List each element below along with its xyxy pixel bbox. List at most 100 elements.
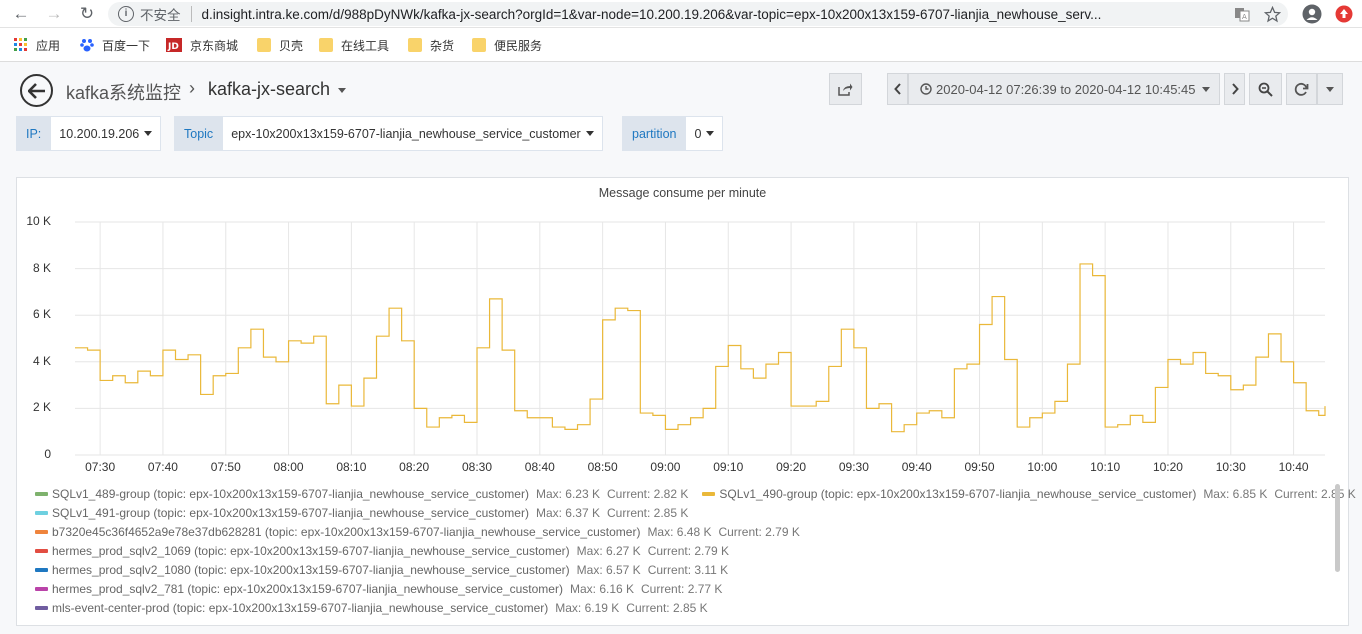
legend-series[interactable]: SQLv1_491-group (topic: epx-10x200x13x15… <box>35 506 688 520</box>
bookmark-misc[interactable]: 杂货 <box>408 37 454 53</box>
legend-row: b7320e45c36f4652a9e78e37db628281 (topic:… <box>35 522 1325 541</box>
legend-row: hermes_prod_sqlv2_1069 (topic: epx-10x20… <box>35 541 1325 560</box>
dashboard-title: kafka-jx-search <box>208 79 331 99</box>
graph-canvas[interactable] <box>17 178 1350 478</box>
series-name: b7320e45c36f4652a9e78e37db628281 (topic:… <box>52 524 641 539</box>
legend-row: mls-event-center-prod (topic: epx-10x200… <box>35 598 1325 617</box>
series-color-swatch[interactable] <box>35 605 48 610</box>
legend-series[interactable]: hermes_prod_sqlv2_781 (topic: epx-10x200… <box>35 582 722 596</box>
svg-text:A: A <box>1242 13 1247 21</box>
time-back-button[interactable] <box>887 73 908 105</box>
series-name: SQLv1_490-group (topic: epx-10x200x13x15… <box>719 486 1197 501</box>
variable-partition: partition 0 <box>622 116 724 151</box>
legend-series[interactable]: hermes_prod_sqlv2_1069 (topic: epx-10x20… <box>35 544 729 558</box>
reload-icon[interactable]: ↻ <box>76 3 98 25</box>
svg-text:JD: JD <box>167 42 179 52</box>
series-name: hermes_prod_sqlv2_781 (topic: epx-10x200… <box>52 581 563 596</box>
variable-label: Topic <box>174 116 223 151</box>
bookmark-label: 在线工具 <box>341 38 390 53</box>
variable-value: 10.200.19.206 <box>59 126 140 141</box>
refresh-interval-dropdown[interactable] <box>1317 73 1343 105</box>
profile-icon[interactable] <box>1302 4 1322 24</box>
bookmark-label: 杂货 <box>430 38 455 53</box>
series-max: Max: 6.48 K <box>647 524 712 539</box>
bookmark-label: 百度一下 <box>102 38 151 53</box>
legend-scrollbar[interactable] <box>1335 484 1340 572</box>
series-current: Current: 2.82 K <box>606 486 689 501</box>
bookmark-beike[interactable]: 贝壳 <box>257 37 303 53</box>
back-arrow-icon[interactable]: ← <box>10 3 32 25</box>
breadcrumb-folder[interactable]: kafka系统监控 <box>66 79 181 105</box>
browser-toolbar: ← → ↻ i 不安全 d.insight.intra.ke.com/d/988… <box>0 0 1362 28</box>
url-text[interactable]: d.insight.intra.ke.com/d/988pDyNWk/kafka… <box>202 7 1102 22</box>
extension-icon[interactable] <box>1334 4 1354 24</box>
bookmark-label: 贝壳 <box>279 38 304 53</box>
forward-arrow-icon[interactable]: → <box>43 3 65 25</box>
bookmark-label: 便民服务 <box>494 38 543 53</box>
series-color-swatch[interactable] <box>35 510 48 515</box>
legend-row: hermes_prod_sqlv2_781 (topic: epx-10x200… <box>35 579 1325 598</box>
star-icon[interactable] <box>1262 4 1282 24</box>
variable-topic: Topic epx-10x200x13x159-6707-lianjia_new… <box>174 116 603 151</box>
arrow-left-icon <box>27 82 45 99</box>
legend-row: SQLv1_491-group (topic: epx-10x200x13x15… <box>35 503 1325 522</box>
series-color-swatch[interactable] <box>35 567 48 572</box>
translate-icon[interactable]: A <box>1232 4 1252 24</box>
series-current: Current: 2.85 K <box>626 600 708 615</box>
insecure-label: 不安全 <box>140 8 181 23</box>
series-name: hermes_prod_sqlv2_1069 (topic: epx-10x20… <box>52 543 570 558</box>
caret-down-icon <box>144 131 153 136</box>
dashboard-navbar: kafka系统监控 › kafka-jx-search 2020-04-12 0… <box>0 62 1362 117</box>
variable-value: 0 <box>694 126 702 141</box>
series-color-swatch[interactable] <box>35 586 48 591</box>
chevron-right-icon: › <box>189 78 195 98</box>
folder-icon <box>408 38 422 52</box>
bookmark-baidu[interactable]: 百度一下 <box>80 37 150 53</box>
bookmark-services[interactable]: 便民服务 <box>472 37 542 53</box>
series-line <box>75 263 1326 433</box>
caret-down-icon <box>706 131 715 136</box>
topic-select[interactable]: epx-10x200x13x159-6707-lianjia_newhouse_… <box>222 116 603 151</box>
bookmark-apps[interactable]: 应用 <box>14 37 60 53</box>
zoom-out-button[interactable] <box>1249 73 1282 105</box>
jd-icon: JD <box>166 38 182 52</box>
back-button[interactable] <box>20 74 53 107</box>
series-color-swatch[interactable] <box>702 491 716 496</box>
time-forward-button[interactable] <box>1224 73 1245 105</box>
series-current: Current: 2.79 K <box>718 524 800 539</box>
series-current: Current: 2.79 K <box>647 543 730 558</box>
series-max: Max: 6.23 K <box>535 486 600 501</box>
series-current: Current: 2.85 K <box>1274 486 1356 501</box>
info-icon[interactable]: i <box>118 6 134 22</box>
series-name: SQLv1_491-group (topic: epx-10x200x13x15… <box>52 505 529 520</box>
address-bar[interactable]: i 不安全 d.insight.intra.ke.com/d/988pDyNWk… <box>108 2 1288 26</box>
bookmark-jd[interactable]: JD 京东商城 <box>166 37 238 53</box>
time-range-picker[interactable]: 2020-04-12 07:26:39 to 2020-04-12 10:45:… <box>908 73 1220 105</box>
series-name: hermes_prod_sqlv2_1080 (topic: epx-10x20… <box>52 562 570 577</box>
baidu-icon <box>80 39 94 52</box>
legend-series[interactable]: b7320e45c36f4652a9e78e37db628281 (topic:… <box>35 525 800 539</box>
legend-series[interactable]: SQLv1_490-group (topic: epx-10x200x13x15… <box>702 486 1356 501</box>
legend-series[interactable]: mls-event-center-prod (topic: epx-10x200… <box>35 601 708 615</box>
bookmark-tools[interactable]: 在线工具 <box>319 37 389 53</box>
series-color-swatch[interactable] <box>35 548 48 553</box>
legend-series[interactable]: hermes_prod_sqlv2_1080 (topic: epx-10x20… <box>35 563 728 577</box>
ip-select[interactable]: 10.200.19.206 <box>50 116 162 151</box>
clock-icon <box>920 83 932 95</box>
variable-label: IP: <box>16 116 51 151</box>
caret-down-icon <box>338 87 347 93</box>
dashboard-title-dropdown[interactable]: kafka-jx-search <box>208 79 347 100</box>
series-name: SQLv1_489-group (topic: epx-10x200x13x15… <box>52 486 529 501</box>
chevron-left-icon <box>893 83 901 95</box>
time-range-text: 2020-04-12 07:26:39 to 2020-04-12 10:45:… <box>936 81 1196 97</box>
series-color-swatch[interactable] <box>35 491 48 496</box>
refresh-button[interactable] <box>1286 73 1317 105</box>
chevron-right-icon <box>1231 83 1239 95</box>
apps-icon <box>14 38 27 51</box>
partition-select[interactable]: 0 <box>685 116 724 151</box>
bookmark-label: 应用 <box>36 38 61 53</box>
caret-down-icon <box>1201 86 1210 92</box>
series-color-swatch[interactable] <box>35 529 48 534</box>
share-button[interactable] <box>829 73 862 105</box>
legend-series[interactable]: SQLv1_489-group (topic: epx-10x200x13x15… <box>35 487 688 501</box>
